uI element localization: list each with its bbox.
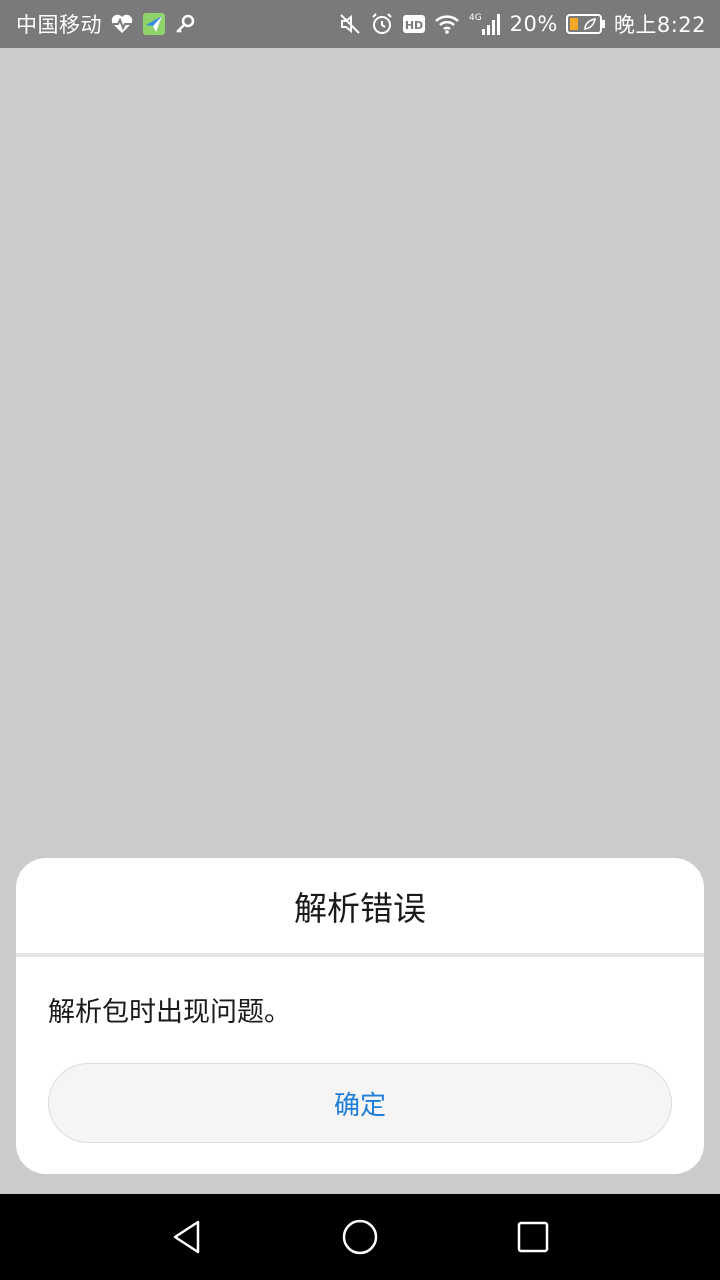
signal-icon: 4G — [468, 11, 502, 37]
status-bar-right: HD 4G 20% 晚上8:22 — [338, 9, 706, 39]
carrier-name: 中国移动 — [16, 13, 102, 37]
dialog-title: 解析错误 — [294, 889, 426, 928]
home-icon — [342, 1219, 378, 1255]
parse-error-dialog: 解析错误 解析包时出现问题。 确定 — [16, 858, 704, 1174]
wifi-icon — [434, 13, 460, 35]
home-button[interactable] — [320, 1197, 400, 1277]
network-type-label: 4G — [469, 13, 482, 23]
alarm-icon — [370, 12, 394, 36]
recents-icon — [518, 1221, 549, 1253]
status-bar-left: 中国移动 — [16, 9, 196, 39]
svg-text:HD: HD — [404, 19, 422, 32]
back-icon — [173, 1220, 199, 1254]
navigation-bar — [0, 1194, 720, 1280]
mute-icon — [338, 12, 362, 36]
battery-percent: 20% — [509, 12, 558, 36]
confirm-button[interactable]: 确定 — [48, 1063, 672, 1143]
recents-button[interactable] — [493, 1197, 573, 1277]
dialog-message: 解析包时出现问题。 — [48, 997, 291, 1028]
hd-icon: HD — [402, 13, 426, 35]
key-icon — [174, 13, 196, 35]
app-notification-icon — [142, 12, 166, 36]
heart-rate-icon — [110, 13, 134, 35]
clock: 晚上8:22 — [613, 13, 706, 37]
dialog-divider — [16, 953, 704, 957]
battery-icon — [565, 13, 606, 35]
back-button[interactable] — [147, 1197, 227, 1277]
status-bar: 中国移动 HD 4G 20% 晚上8:22 — [0, 0, 720, 48]
